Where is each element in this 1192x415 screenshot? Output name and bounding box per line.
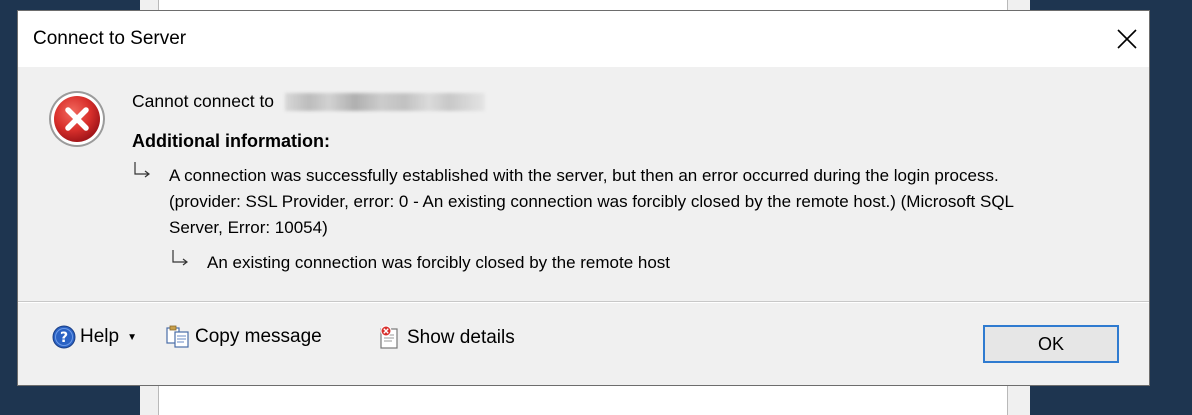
additional-information-heading: Additional information: xyxy=(132,131,330,151)
copy-message-label: Copy message xyxy=(195,326,322,347)
error-message-inner: An existing connection was forcibly clos… xyxy=(207,253,671,272)
help-button[interactable]: ? Help ▼ xyxy=(52,325,137,349)
ok-button[interactable]: OK xyxy=(983,325,1119,363)
details-icon xyxy=(380,325,398,349)
cannot-connect-text: Cannot connect to xyxy=(132,91,485,112)
ok-label: OK xyxy=(1037,333,1064,354)
cannot-connect-label: Cannot connect to xyxy=(132,91,275,111)
dialog-titlebar: Connect to Server xyxy=(18,11,1149,67)
dialog-content: Cannot connect to Additional information… xyxy=(18,67,1149,301)
footer-separator xyxy=(18,301,1149,303)
dialog-title: Connect to Server xyxy=(33,28,187,49)
indent-arrow-icon xyxy=(172,250,188,266)
error-message-primary: A connection was successfully establishe… xyxy=(169,166,1014,237)
close-button[interactable] xyxy=(1105,11,1149,67)
connect-to-server-dialog: Connect to Server Cannot connect to Addi… xyxy=(17,10,1150,386)
copy-message-button[interactable]: Copy message xyxy=(165,325,322,349)
show-details-button[interactable]: Show details xyxy=(377,325,515,351)
indent-arrow-icon xyxy=(134,162,150,178)
chevron-down-icon[interactable]: ▼ xyxy=(127,332,137,343)
redacted-server-name xyxy=(284,93,485,112)
show-details-label: Show details xyxy=(407,327,515,348)
close-icon xyxy=(1117,29,1137,49)
help-icon: ? xyxy=(52,325,76,349)
help-label: Help xyxy=(80,326,120,347)
error-icon xyxy=(49,91,105,147)
svg-text:?: ? xyxy=(60,330,68,346)
copy-icon xyxy=(166,325,189,348)
